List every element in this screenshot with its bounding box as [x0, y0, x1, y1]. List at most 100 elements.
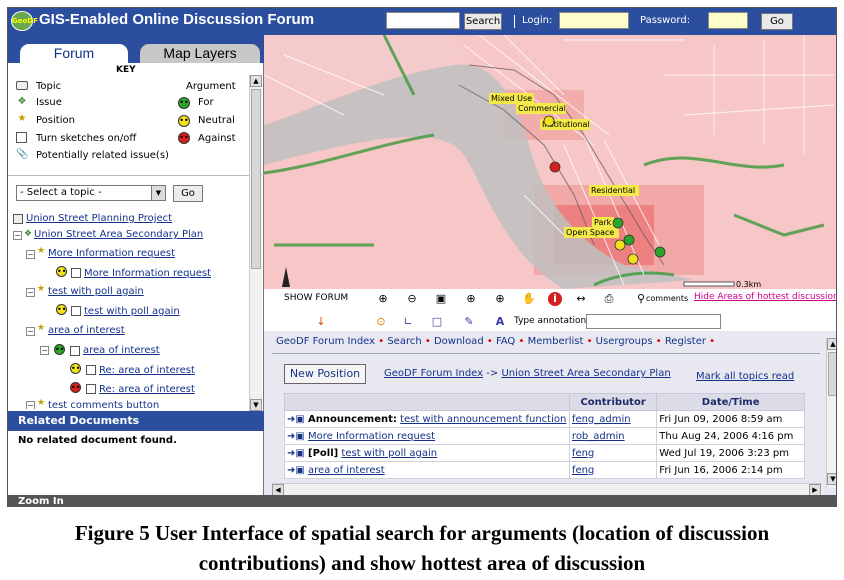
tree-item-more-info-child[interactable]: More Information request	[84, 268, 211, 279]
tree-item-area-child[interactable]: area of interest	[83, 345, 160, 356]
sketch-checkbox[interactable]	[86, 365, 96, 375]
login-go-button[interactable]: Go	[761, 13, 793, 30]
login-input[interactable]	[559, 12, 629, 29]
zoom-in-icon[interactable]: ⊕	[376, 292, 390, 306]
neutral-marker[interactable]	[543, 115, 555, 127]
search-button[interactable]: Search	[464, 13, 502, 30]
tree-toggle[interactable]: −	[26, 288, 35, 297]
scroll-thumb[interactable]	[251, 89, 261, 269]
forum-scrollbar[interactable]: ▲ ▼	[826, 338, 836, 488]
comments-label[interactable]: comments	[646, 294, 688, 303]
zoom-out-icon[interactable]: ⊖	[405, 292, 419, 306]
topic-icon	[13, 214, 23, 224]
neutral-marker[interactable]	[627, 253, 639, 265]
forum-horizontal-scrollbar[interactable]: ◀ ▶	[272, 483, 822, 495]
related-documents-text: No related document found.	[18, 435, 177, 446]
scroll-up-icon[interactable]: ▲	[827, 338, 836, 350]
neutral-face-icon: ••	[70, 363, 81, 374]
topic-link[interactable]: test with poll again	[341, 448, 437, 459]
zoom-extent-icon[interactable]: ▣	[434, 292, 448, 306]
left-scrollbar[interactable]: ▲ ▼	[249, 75, 262, 413]
nav-usergroups[interactable]: Usergroups	[596, 336, 653, 347]
scroll-thumb[interactable]	[828, 352, 836, 396]
nav-register[interactable]: Register	[665, 336, 706, 347]
tree-item-project[interactable]: Union Street Planning Project	[26, 213, 172, 224]
nav-faq[interactable]: FAQ	[496, 336, 515, 347]
topic-go-button[interactable]: Go	[173, 185, 203, 202]
against-marker[interactable]	[549, 161, 561, 173]
contributor-link[interactable]: rob_admin	[572, 431, 625, 442]
sketch-checkbox[interactable]	[70, 346, 80, 356]
topic-icon	[16, 81, 28, 90]
tree-item-plan[interactable]: Union Street Area Secondary Plan	[34, 229, 203, 240]
scroll-down-icon[interactable]: ▼	[827, 473, 836, 485]
col-title	[284, 393, 570, 411]
search-input[interactable]	[386, 12, 460, 29]
chevron-down-icon[interactable]: ▼	[151, 186, 165, 200]
mark-all-read-link[interactable]: Mark all topics read	[696, 371, 794, 382]
sketch-point-icon[interactable]: ⊙	[374, 315, 388, 329]
contributor-link[interactable]: feng	[572, 448, 594, 459]
hide-hottest-button[interactable]: Hide Areas of hottest discussion	[694, 292, 836, 302]
tree-toggle[interactable]: −	[40, 346, 49, 355]
scroll-up-icon[interactable]: ▲	[250, 75, 262, 87]
tree-toggle[interactable]: −	[26, 250, 35, 259]
tree-item-more-info[interactable]: More Information request	[48, 248, 175, 259]
login-label: Login:	[522, 15, 553, 26]
pin-icon[interactable]: ↓	[314, 315, 328, 329]
info-icon[interactable]: i	[548, 292, 562, 306]
nav-search[interactable]: Search	[387, 336, 421, 347]
topic-link[interactable]: More Information request	[308, 431, 435, 442]
sketch-polygon-icon[interactable]: □	[430, 315, 444, 329]
topic-cell: ➜▣ More Information request	[284, 427, 570, 445]
tree-toggle[interactable]: −	[26, 401, 35, 409]
nav-forum-index[interactable]: GeoDF Forum Index	[276, 336, 375, 347]
tab-forum[interactable]: Forum	[20, 44, 128, 63]
nav-download[interactable]: Download	[434, 336, 484, 347]
tree-item-area[interactable]: area of interest	[48, 325, 125, 336]
password-input[interactable]	[708, 12, 748, 29]
tab-map-layers[interactable]: Map Layers	[140, 44, 260, 63]
sketch-text-icon[interactable]: A	[493, 315, 507, 329]
tree-item-poll-child[interactable]: test with poll again	[84, 306, 180, 317]
for-face-icon: ••	[54, 344, 65, 355]
neutral-marker[interactable]	[614, 239, 626, 251]
map-view[interactable]: Mixed Use Commercial Institutional Resid…	[264, 35, 837, 289]
breadcrumb-index[interactable]: GeoDF Forum Index	[384, 368, 483, 379]
print-icon[interactable]: ⎙	[602, 292, 616, 306]
map-canvas[interactable]: Mixed Use Commercial Institutional Resid…	[264, 35, 837, 289]
measure-icon[interactable]: ↔	[574, 292, 588, 306]
contributor-link[interactable]: feng_admin	[572, 414, 631, 425]
neutral-face-icon: ••	[178, 115, 190, 127]
tree-toggle[interactable]: −	[26, 327, 35, 336]
pan-hand-icon[interactable]: ✋	[522, 292, 536, 306]
sketch-checkbox[interactable]	[16, 132, 27, 143]
sketch-checkbox[interactable]	[71, 268, 81, 278]
zoom-region-icon[interactable]: ⊕	[464, 292, 478, 306]
for-marker[interactable]	[612, 217, 624, 229]
tree-item-reply-2[interactable]: Re: area of interest	[99, 384, 195, 395]
forum-nav: GeoDF Forum Index • Search • Download • …	[276, 336, 716, 347]
nav-memberlist[interactable]: Memberlist	[528, 336, 584, 347]
tree-toggle[interactable]: −	[13, 231, 22, 240]
topic-select[interactable]: - Select a topic - ▼	[16, 185, 166, 201]
sketch-erase-icon[interactable]: ✎	[462, 315, 476, 329]
tree-item-poll[interactable]: test with poll again	[48, 286, 144, 297]
sketch-line-icon[interactable]: ∟	[401, 315, 415, 329]
new-position-button[interactable]: New Position	[284, 364, 366, 384]
topic-link[interactable]: area of interest	[308, 465, 385, 476]
scroll-down-icon[interactable]: ▼	[250, 399, 262, 411]
annotation-input[interactable]	[586, 314, 721, 329]
sketch-checkbox[interactable]	[86, 384, 96, 394]
scroll-left-icon[interactable]: ◀	[272, 484, 284, 495]
tree-item-comments[interactable]: test comments button	[48, 400, 159, 409]
sketch-checkbox[interactable]	[71, 306, 81, 316]
topic-link[interactable]: test with announcement function	[400, 414, 566, 425]
for-marker[interactable]	[654, 246, 666, 258]
for-marker[interactable]	[623, 234, 635, 246]
scroll-right-icon[interactable]: ▶	[809, 484, 821, 495]
zoom-full-icon[interactable]: ⊕	[493, 292, 507, 306]
tree-item-reply-1[interactable]: Re: area of interest	[99, 365, 195, 376]
contributor-link[interactable]: feng	[572, 465, 594, 476]
breadcrumb-plan[interactable]: Union Street Area Secondary Plan	[501, 368, 670, 379]
